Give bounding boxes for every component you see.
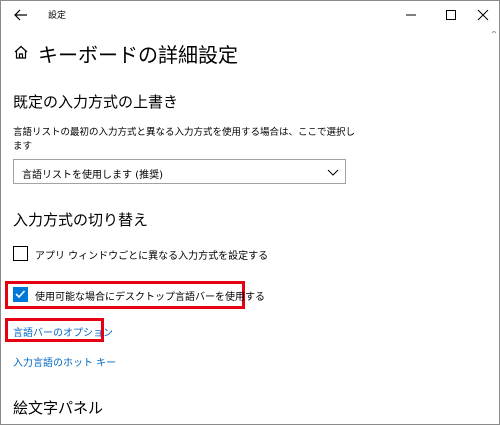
section-title-emoji: 絵文字パネル	[13, 399, 104, 417]
close-button[interactable]	[468, 4, 498, 26]
section-title-override: 既定の入力方式の上書き	[13, 93, 179, 111]
dropdown-selected-value: 言語リストを使用します (推奨)	[22, 170, 163, 181]
input-method-dropdown[interactable]: 言語リストを使用します (推奨)	[13, 159, 346, 184]
input-language-hotkeys-link[interactable]: 入力言語のホット キー	[13, 354, 116, 369]
back-button[interactable]	[10, 5, 32, 25]
language-bar-options-link[interactable]: 言語バーのオプション	[13, 324, 113, 339]
maximize-button[interactable]	[436, 4, 466, 26]
title-bar: 設定	[2, 2, 500, 30]
chevron-down-icon	[327, 169, 339, 176]
minimize-icon	[406, 14, 416, 16]
close-icon	[477, 9, 489, 21]
home-icon	[14, 45, 28, 59]
per-app-input-checkbox-row[interactable]: アプリ ウィンドウごとに異なる入力方式を設定する	[13, 245, 268, 263]
desktop-language-bar-checkbox[interactable]	[13, 287, 28, 302]
per-app-input-checkbox[interactable]	[13, 246, 28, 261]
checkmark-icon	[15, 290, 26, 299]
minimize-button[interactable]	[396, 4, 426, 26]
desktop-language-bar-checkbox-row[interactable]: 使用可能な場合にデスクトップ言語バーを使用する	[13, 286, 265, 304]
override-description: 言語リストの最初の入力方式と異なる入力方式を使用する場合は、ここで選択します	[13, 127, 356, 152]
per-app-input-label: アプリ ウィンドウごとに異なる入力方式を設定する	[35, 251, 269, 262]
maximize-icon	[446, 10, 456, 20]
scrollbar[interactable]	[491, 31, 497, 423]
arrow-left-icon	[14, 9, 27, 21]
page-title: キーボードの詳細設定	[38, 43, 238, 67]
window-title: 設定	[48, 11, 67, 21]
section-title-switch: 入力方式の切り替え	[13, 211, 149, 229]
settings-window: 設定 キーボードの詳細設定 既定の入力方式の上書き 言語リストの最初の入力方式と…	[0, 0, 500, 425]
desktop-language-bar-label: 使用可能な場合にデスクトップ言語バーを使用する	[35, 292, 265, 303]
home-button[interactable]	[13, 44, 29, 60]
